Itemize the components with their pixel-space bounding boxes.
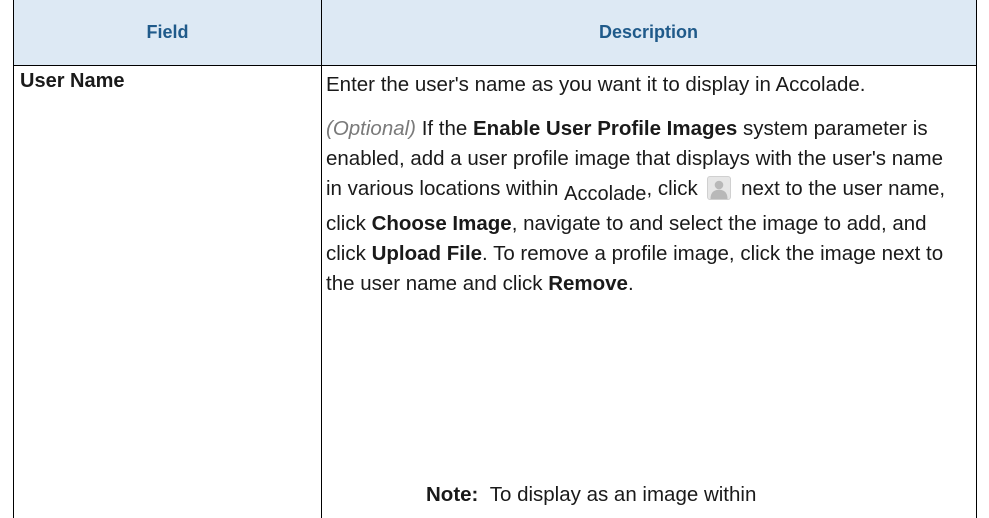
note-block: Note: To display as an image within xyxy=(426,483,756,507)
description-paragraph-2: (Optional) If the Enable User Profile Im… xyxy=(326,114,951,299)
remove-label: Remove xyxy=(548,272,628,295)
user-profile-icon xyxy=(707,176,732,200)
upload-file-label: Upload File xyxy=(371,242,483,265)
text-segment: If the xyxy=(416,117,473,140)
description-paragraph-1: Enter the user's name as you want it to … xyxy=(326,73,866,96)
note-text: To display as an image within xyxy=(489,483,757,506)
choose-image-label: Choose Image xyxy=(371,212,512,235)
field-name-user-name: User Name xyxy=(20,70,125,92)
field-column-header: Field xyxy=(146,22,189,42)
note-label: Note: xyxy=(426,483,479,506)
table-header-row: Field Description xyxy=(14,0,976,66)
description-cell: Enter the user's name as you want it to … xyxy=(326,70,951,299)
text-segment: . xyxy=(627,272,634,295)
optional-label: (Optional) xyxy=(326,117,417,140)
accolade-text: Accolade xyxy=(564,183,647,205)
column-divider xyxy=(321,0,322,518)
description-column-header: Description xyxy=(598,22,699,42)
enable-profile-images-param: Enable User Profile Images xyxy=(473,117,738,140)
text-segment: , click xyxy=(646,177,704,200)
